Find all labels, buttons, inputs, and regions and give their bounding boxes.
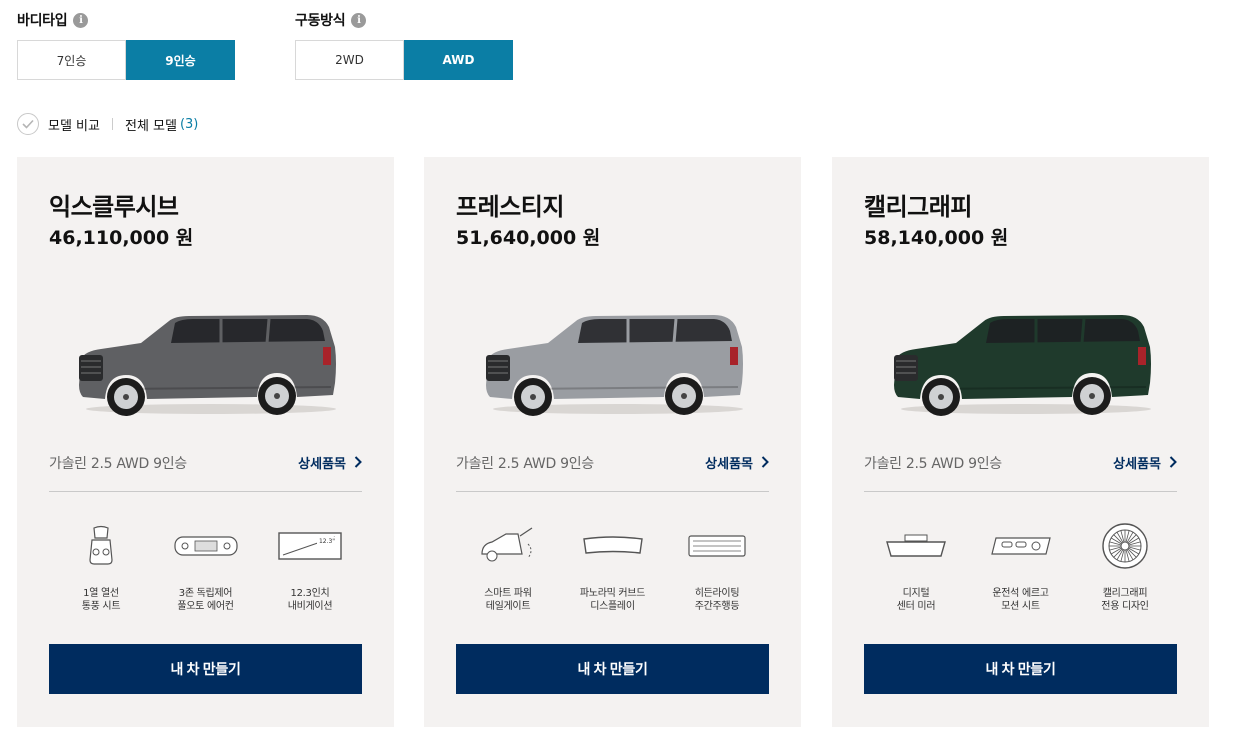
detail-options-link[interactable]: 상세품목: [298, 453, 362, 472]
info-icon[interactable]: i: [73, 12, 89, 28]
drive-type-title: 구동방식: [295, 13, 346, 29]
trim-card: 익스클루시브 46,110,000 원 가솔린 2.5 AWD 9인승 상세품목…: [17, 157, 394, 727]
car-image-wrapper: [478, 307, 748, 417]
drive-type-options: 2WD AWD: [295, 40, 513, 80]
smart-tailgate-icon: [478, 523, 538, 569]
check-icon[interactable]: [17, 113, 39, 135]
calligraphy-wheel-icon: [1101, 523, 1149, 569]
feature-label: 운전석 에르고 모션 시트: [992, 588, 1049, 612]
option-7-seater[interactable]: 7인승: [17, 40, 126, 80]
body-type-options: 7인승 9인승: [17, 40, 235, 80]
navigation-display-icon: 12.3": [277, 523, 343, 569]
trim-name: 캘리그래피: [864, 193, 972, 221]
feature-label: 스마트 파워 테일게이트: [484, 588, 532, 612]
feature-label: 파노라믹 커브드 디스플레이: [579, 588, 646, 612]
car-image: [79, 315, 336, 416]
feature-label: 12.3인치 내비게이션: [287, 588, 333, 612]
detail-link-label: 상세품목: [1113, 457, 1161, 472]
trim-price: 58,140,000 원: [864, 227, 1009, 249]
divider: [49, 491, 362, 492]
hidden-drl-icon: [687, 523, 747, 569]
build-my-car-button[interactable]: 내 차 만들기: [49, 644, 362, 694]
all-models-label: 전체 모델: [124, 118, 177, 134]
compare-bar: 모델 비교 전체 모델 (3): [17, 113, 198, 135]
option-awd[interactable]: AWD: [404, 40, 513, 80]
divider: [864, 491, 1177, 492]
chevron-right-icon: [1169, 454, 1177, 472]
feature-item: 파노라믹 커브드 디스플레이: [561, 523, 665, 613]
digital-mirror-icon: [885, 523, 947, 569]
trim-card: 프레스티지 51,640,000 원 가솔린 2.5 AWD 9인승 상세품목 …: [424, 157, 801, 727]
feature-label: 히든라이팅 주간주행등: [694, 588, 740, 612]
model-count: (3): [179, 116, 199, 132]
panoramic-display-icon: [580, 523, 646, 569]
climate-control-icon: [173, 523, 239, 569]
feature-item: 캘리그래피 전용 디자인: [1073, 523, 1177, 613]
trim-price: 46,110,000 원: [49, 227, 194, 249]
feature-item: 디지털 센터 미러: [864, 523, 968, 613]
car-image: [486, 315, 743, 416]
feature-label: 1열 열선 통풍 시트: [81, 588, 121, 612]
feature-label: 캘리그래피 전용 디자인: [1101, 588, 1149, 612]
detail-options-link[interactable]: 상세품목: [705, 453, 769, 472]
car-image-wrapper: [71, 307, 341, 417]
feature-item: 12.3" 12.3인치 내비게이션: [258, 523, 362, 613]
trim-spec: 가솔린 2.5 AWD 9인승: [49, 456, 187, 472]
car-image: [894, 315, 1151, 416]
build-my-car-button[interactable]: 내 차 만들기: [456, 644, 769, 694]
detail-link-label: 상세품목: [705, 457, 753, 472]
ventilated-seat-icon: [81, 523, 121, 569]
trim-spec: 가솔린 2.5 AWD 9인승: [456, 456, 594, 472]
chevron-right-icon: [761, 454, 769, 472]
feature-item: 3존 독립제어 풀오토 에어컨: [154, 523, 258, 613]
trim-price: 51,640,000 원: [456, 227, 601, 249]
feature-item: 운전석 에르고 모션 시트: [969, 523, 1073, 613]
trim-name: 프레스티지: [456, 193, 564, 221]
chevron-right-icon: [354, 454, 362, 472]
option-2wd[interactable]: 2WD: [295, 40, 404, 80]
drive-type-filter: 구동방식 i 2WD AWD: [295, 10, 513, 80]
trim-name: 익스클루시브: [49, 193, 179, 221]
divider: [111, 118, 113, 130]
trim-spec: 가솔린 2.5 AWD 9인승: [864, 456, 1002, 472]
trim-card: 캘리그래피 58,140,000 원 가솔린 2.5 AWD 9인승 상세품목 …: [832, 157, 1209, 727]
body-type-title: 바디타입: [17, 13, 68, 29]
compare-models-label[interactable]: 모델 비교: [48, 115, 100, 134]
body-type-filter: 바디타입 i 7인승 9인승: [17, 10, 235, 80]
option-9-seater[interactable]: 9인승: [126, 40, 235, 80]
detail-link-label: 상세품목: [298, 457, 346, 472]
display-size-text: 12.3": [319, 538, 335, 545]
detail-options-link[interactable]: 상세품목: [1113, 453, 1177, 472]
key-features: 디지털 센터 미러 운전석 에르고 모션 시트 캘리그래피 전용 디자인: [864, 523, 1177, 613]
key-features: 1열 열선 통풍 시트 3존 독립제어 풀오토 에어컨 12.3" 12.3인치…: [49, 523, 362, 613]
key-features: 스마트 파워 테일게이트 파노라믹 커브드 디스플레이 히든라이팅 주간주행등: [456, 523, 769, 613]
feature-item: 스마트 파워 테일게이트: [456, 523, 560, 613]
divider: [456, 491, 769, 492]
feature-item: 1열 열선 통풍 시트: [49, 523, 153, 613]
car-image-wrapper: [886, 307, 1156, 417]
feature-item: 히든라이팅 주간주행등: [665, 523, 769, 613]
ergo-seat-control-icon: [988, 523, 1054, 569]
feature-label: 3존 독립제어 풀오토 에어컨: [177, 588, 234, 612]
feature-label: 디지털 센터 미러: [896, 588, 936, 612]
build-my-car-button[interactable]: 내 차 만들기: [864, 644, 1177, 694]
info-icon[interactable]: i: [351, 12, 367, 28]
